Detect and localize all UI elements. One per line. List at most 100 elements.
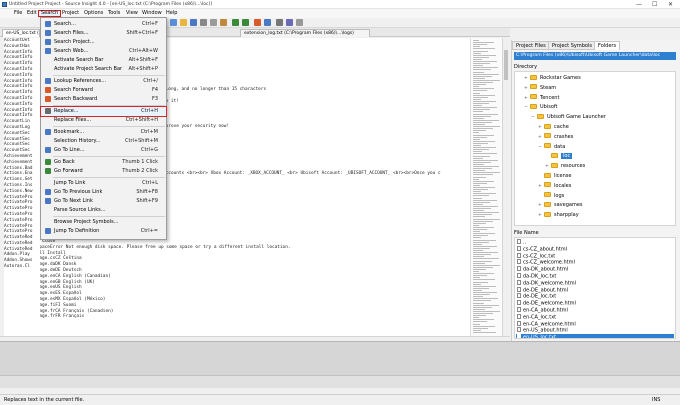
menu-edit[interactable]: Edit xyxy=(25,10,39,17)
menu-item-replace-files[interactable]: Replace Files... Ctrl+Shift+H xyxy=(41,116,166,125)
file-icon xyxy=(517,252,521,258)
symbol-list[interactable]: AccountDet AccountHas AccountInfo AccountIn… xyxy=(4,38,40,336)
editor-vertical-scrollbar[interactable] xyxy=(502,38,509,336)
toolbar-paste-icon[interactable] xyxy=(220,19,227,26)
tab-project-symbols[interactable]: Project Symbols xyxy=(548,41,596,50)
tree-folder-tencent[interactable]: + Tencent xyxy=(524,94,559,102)
minimap-line xyxy=(473,46,480,48)
menu-item-jump-to-definition[interactable]: Jump To Definition Ctrl+= xyxy=(41,227,166,236)
menu-item-selection-history[interactable]: Selection History... Ctrl+Shift+M xyxy=(41,137,166,146)
menu-item-search-backward[interactable]: Search Backward F3 xyxy=(41,95,166,104)
toolbar-copy-icon[interactable] xyxy=(210,19,217,26)
menu-window[interactable]: Window xyxy=(140,10,164,17)
menu-item-go-to-previous-link[interactable]: Go To Previous Link Shift+F8 xyxy=(41,188,166,197)
expand-toggle-icon[interactable]: − xyxy=(538,144,543,152)
toolbar-settings-icon[interactable] xyxy=(276,19,283,26)
expand-toggle-icon[interactable]: + xyxy=(538,183,543,191)
code-line: Autoran.Language.esMX Español (México) xyxy=(40,297,106,302)
menu-item-browse-project-symbols[interactable]: Browse Project Symbols... xyxy=(41,218,166,227)
toolbar-window-icon[interactable] xyxy=(296,19,303,26)
toolbar-cut-icon[interactable] xyxy=(200,19,207,26)
toolbar-forward-icon[interactable] xyxy=(242,19,249,26)
tree-folder-crashes[interactable]: + crashes xyxy=(538,133,573,141)
menu-options[interactable]: Options xyxy=(82,10,105,17)
menu-item-search-forward[interactable]: Search Forward F4 xyxy=(41,86,166,95)
tree-folder-locales[interactable]: + locales xyxy=(538,182,571,190)
toolbar-save-icon[interactable] xyxy=(190,19,197,26)
code-line: Autoran.Language.enUS English xyxy=(40,285,82,291)
expand-toggle-icon[interactable]: + xyxy=(524,85,529,93)
menu-item-replace[interactable]: Replace... Ctrl+H xyxy=(40,106,167,117)
toolbar-back-icon[interactable] xyxy=(232,19,239,26)
directory-tree[interactable]: + Rockstar Games + Steam + Tencent − Ubisoft − Ub… xyxy=(514,71,676,226)
minimap-line xyxy=(473,262,485,264)
menu-tools[interactable]: Tools xyxy=(106,10,122,17)
expand-toggle-icon[interactable]: + xyxy=(538,202,543,210)
toolbar-search-icon[interactable] xyxy=(254,19,261,26)
tree-folder-data[interactable]: − data xyxy=(538,143,565,151)
menu-item-go-to-next-link[interactable]: Go To Next Link Shift+F9 xyxy=(41,197,166,206)
tree-folder-license[interactable]: license xyxy=(538,172,571,180)
expand-toggle-icon[interactable]: + xyxy=(538,124,543,132)
menu-help[interactable]: Help xyxy=(164,10,179,17)
menu-separator xyxy=(53,216,165,217)
menu-project[interactable]: Project xyxy=(60,10,81,17)
menu-item-lookup-references[interactable]: Lookup References... Ctrl+/ xyxy=(41,77,166,86)
menu-file[interactable]: File xyxy=(12,10,24,17)
menu-item-parse-source-links[interactable]: Parse Source Links... xyxy=(41,206,166,215)
folder-icon xyxy=(544,201,551,207)
menu-view[interactable]: View xyxy=(124,10,140,17)
toolbar-open-icon[interactable] xyxy=(180,19,187,26)
toolbar-symbol-icon[interactable] xyxy=(286,19,293,26)
tab-project-files[interactable]: Project Files xyxy=(512,41,550,50)
expand-toggle-icon[interactable]: + xyxy=(538,212,543,220)
expand-toggle-icon[interactable]: − xyxy=(531,114,536,122)
menu-item-label: Go To Next Link xyxy=(54,198,93,204)
menu-item-go-to-line[interactable]: Go To Line... Ctrl+G xyxy=(41,146,166,155)
tree-folder-rockstar-games[interactable]: + Rockstar Games xyxy=(524,74,581,82)
tree-folder-resources[interactable]: + resources xyxy=(545,162,585,170)
overview-minimap[interactable] xyxy=(470,38,502,336)
menu-item-search-project[interactable]: Search Project... xyxy=(41,38,166,47)
maximize-button[interactable]: ☐ xyxy=(652,1,657,8)
minimap-line xyxy=(473,50,488,52)
tree-folder-logs[interactable]: logs xyxy=(538,192,564,200)
file-list[interactable]: .. cs-CZ_about.html cs-CZ_loc.txt cs-CZ_wel… xyxy=(514,237,676,339)
tree-folder-sharpplay[interactable]: + sharpplay xyxy=(538,211,579,219)
tree-folder-cache[interactable]: + cache xyxy=(538,123,569,131)
expand-toggle-icon[interactable]: + xyxy=(524,95,529,103)
scroll-thumb[interactable] xyxy=(504,50,508,80)
expand-toggle-icon[interactable]: + xyxy=(545,163,550,171)
tree-folder-savegames[interactable]: + savegames xyxy=(538,201,583,209)
symbol-list-item[interactable]: Autoran.Cl xyxy=(4,264,40,270)
minimap-line xyxy=(473,208,491,209)
tree-folder-ubisoft-game-launcher[interactable]: − Ubisoft Game Launcher xyxy=(531,113,606,121)
tab-en-us-loc[interactable]: en-US_loc.txt (C xyxy=(2,29,40,37)
tree-folder-loc[interactable]: loc xyxy=(545,152,573,160)
expand-toggle-icon[interactable]: + xyxy=(538,134,543,142)
menu-item-activate-project-search-bar[interactable]: Activate Project Search Bar Alt+Shift+P xyxy=(41,65,166,74)
tree-folder-steam[interactable]: + Steam xyxy=(524,84,556,92)
menu-item-go-forward[interactable]: Go Forward Thumb 2 Click xyxy=(41,167,166,176)
tab-folders[interactable]: Folders xyxy=(594,41,621,50)
expand-toggle-icon[interactable]: + xyxy=(524,75,529,83)
toolbar-new-icon[interactable] xyxy=(170,19,177,26)
menu-item-search-files[interactable]: Search Files... Shift+Ctrl+F xyxy=(41,29,166,38)
tree-item-label: logs xyxy=(554,192,565,199)
tree-folder-ubisoft[interactable]: − Ubisoft xyxy=(524,103,558,111)
tab-extension-log[interactable]: extension_log.txt (C:\Program Files (x86… xyxy=(240,29,370,37)
menu-item-search-web[interactable]: Search Web... Ctrl+Alt+W xyxy=(41,47,166,56)
menu-item-go-back[interactable]: Go Back Thumb 1 Click xyxy=(41,158,166,167)
expand-toggle-icon[interactable]: − xyxy=(524,104,529,112)
menu-search[interactable]: Search xyxy=(38,10,62,17)
file-list-item[interactable]: en-US_loc.txt xyxy=(516,334,674,338)
minimap-line xyxy=(473,285,496,287)
current-path-field[interactable]: C:\Program Files (x86)\Ubisoft\Ubisoft G… xyxy=(514,52,676,60)
close-button[interactable]: ✕ xyxy=(668,1,673,8)
minimize-button[interactable]: — xyxy=(636,1,642,8)
toolbar-bookmark-icon[interactable] xyxy=(264,19,271,26)
menu-item-jump-to-link[interactable]: Jump To Link Ctrl+L xyxy=(41,179,166,188)
menu-item-bookmark[interactable]: Bookmark... Ctrl+M xyxy=(41,128,166,137)
menu-item-search[interactable]: Search... Ctrl+F xyxy=(41,20,166,29)
menu-item-activate-search-bar[interactable]: Activate Search Bar Alt+Shift+F xyxy=(41,56,166,65)
